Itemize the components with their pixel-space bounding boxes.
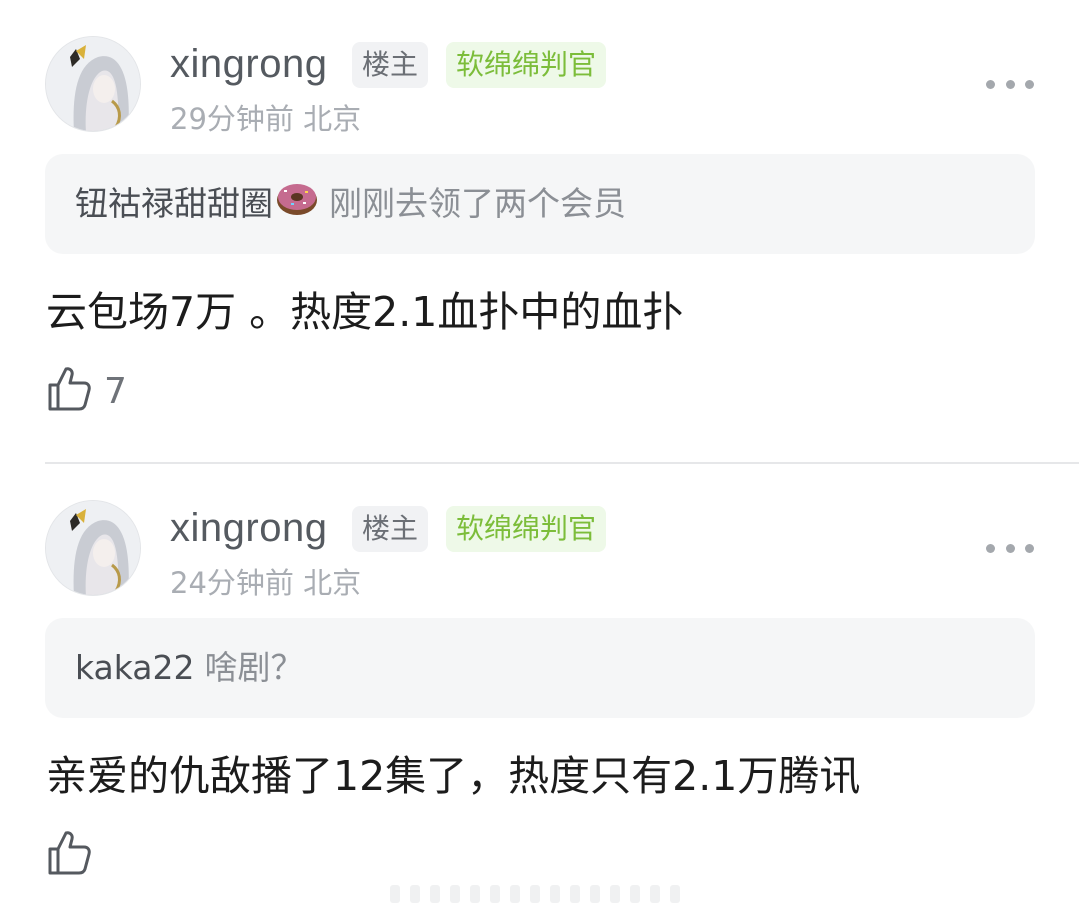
comment-meta: 24分钟前 北京 — [170, 566, 362, 600]
op-badge: 楼主 — [352, 42, 429, 88]
divider — [45, 462, 1079, 464]
title-badge[interactable]: 软绵绵判官 — [446, 42, 607, 88]
username[interactable]: xingrong — [170, 42, 327, 87]
more-icon[interactable] — [986, 534, 1034, 562]
op-badge: 楼主 — [352, 506, 429, 552]
donut-icon — [275, 156, 319, 256]
comment-meta: 29分钟前 北京 — [170, 102, 362, 136]
username[interactable]: xingrong — [170, 506, 327, 551]
thumbs-up-icon — [46, 829, 92, 881]
like-button[interactable]: 7 — [46, 366, 127, 416]
avatar[interactable] — [45, 500, 141, 596]
more-icon[interactable] — [986, 70, 1034, 98]
quoted-reply[interactable]: kaka22 啥剧？ — [45, 618, 1035, 718]
comment-content: 云包场7万 。热度2.1血扑中的血扑 — [46, 288, 684, 336]
like-button[interactable] — [46, 830, 104, 880]
like-count: 7 — [104, 370, 127, 412]
quoted-username[interactable]: 钮祜禄甜甜圈 — [75, 184, 273, 223]
quoted-username[interactable]: kaka22 — [75, 648, 195, 687]
thumbs-up-icon — [46, 365, 92, 417]
scroll-indicator — [390, 880, 690, 908]
comment-content: 亲爱的仇敌播了12集了，热度只有2.1万腾讯 — [46, 752, 861, 800]
quoted-text: 刚刚去领了两个会员 — [329, 184, 626, 223]
avatar[interactable] — [45, 36, 141, 132]
title-badge[interactable]: 软绵绵判官 — [446, 506, 607, 552]
quoted-text: 啥剧？ — [204, 648, 304, 687]
quoted-reply[interactable]: 钮祜禄甜甜圈 刚刚去领了两个会员 — [45, 154, 1035, 254]
